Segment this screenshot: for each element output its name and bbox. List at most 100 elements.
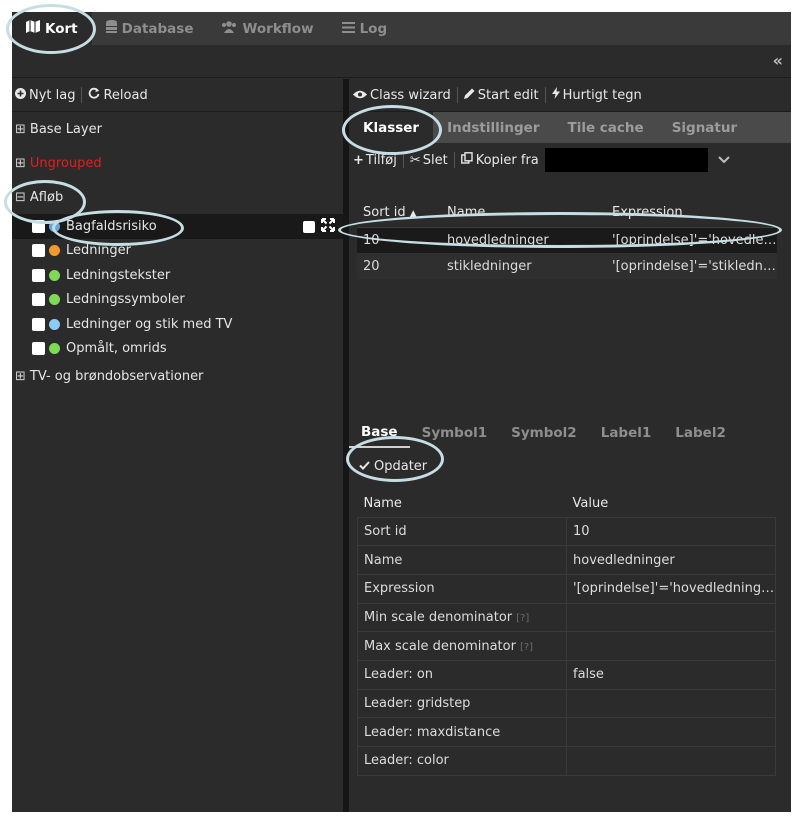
group-tv-observationer[interactable]: ⊞ TV- og brøndobservationer: [12, 361, 343, 391]
class-subtabs: Klasser Indstillinger Tile cache Signatu…: [349, 112, 791, 143]
new-layer-button[interactable]: Nyt lag: [15, 87, 75, 103]
group-ungrouped[interactable]: ⊞ Ungrouped: [12, 146, 343, 180]
help-icon[interactable]: [?]: [520, 642, 533, 653]
collapse-panel-button[interactable]: «: [773, 51, 783, 70]
layer-checkbox[interactable]: [32, 317, 45, 331]
tab-kort[interactable]: Kort: [12, 12, 92, 45]
column-header-expression[interactable]: Expression: [606, 199, 777, 228]
tab-indstillinger[interactable]: Indstillinger: [433, 112, 553, 143]
layer-checkbox[interactable]: [32, 244, 45, 258]
property-value-field[interactable]: [566, 688, 776, 719]
delete-class-button[interactable]: ✂ Slet: [410, 153, 448, 168]
layer-color-dot: [49, 294, 60, 306]
layer-label: Ledningstekster: [66, 267, 171, 283]
table-row[interactable]: Sort id 10: [357, 516, 792, 547]
property-table: Name Value Sort id 10 Name hovedledninge…: [357, 490, 791, 776]
tab-symbol1[interactable]: Symbol1: [410, 418, 500, 448]
tab-label1[interactable]: Label1: [589, 418, 664, 448]
tab-tile-cache[interactable]: Tile cache: [553, 112, 657, 143]
quick-draw-button[interactable]: Hurtigt tegn: [551, 87, 642, 103]
pencil-icon: [463, 88, 475, 103]
table-row[interactable]: Leader: gridstep: [357, 688, 792, 719]
layer-checkbox[interactable]: [32, 293, 45, 307]
layer-toolbar: Nyt lag Reload: [12, 79, 343, 112]
table-row[interactable]: Min scale denominator [?]: [357, 602, 792, 633]
top-navigation: Kort Database Workflow Log: [12, 12, 791, 45]
layer-item-opmalt-omrids[interactable]: Opmålt, omrids: [12, 337, 343, 362]
sort-asc-icon: ▲: [409, 209, 417, 220]
table-row[interactable]: 10 hovedledninger '[oprindelse]'='hovedl…: [357, 227, 777, 253]
tab-database[interactable]: Database: [92, 12, 208, 45]
property-value-field[interactable]: hovedledninger: [566, 545, 776, 575]
fullscreen-icon[interactable]: [321, 218, 335, 236]
class-wizard-button[interactable]: Class wizard: [353, 88, 451, 103]
app-window: Kort Database Workflow Log « Nyt lag Rel…: [12, 12, 791, 812]
toolbar-divider: [81, 87, 83, 103]
help-icon[interactable]: [?]: [516, 613, 529, 624]
update-button[interactable]: Opdater: [359, 459, 427, 474]
layer-checkbox[interactable]: [32, 342, 45, 356]
layer-color-dot: [49, 343, 60, 355]
expand-icon: ⊞: [15, 155, 26, 171]
table-row[interactable]: 20 stikledninger '[oprindelse]'='stikled…: [357, 253, 777, 279]
users-icon: [221, 20, 237, 37]
table-row[interactable]: Leader: color: [357, 746, 792, 776]
copy-from-label: Kopier fra: [460, 152, 539, 168]
tab-signatur[interactable]: Signatur: [658, 112, 751, 143]
layer-style-icon[interactable]: [303, 221, 315, 233]
table-row[interactable]: Name hovedledninger: [357, 545, 792, 575]
layer-item-ledningssymboler[interactable]: Ledningssymboler: [12, 288, 343, 313]
add-class-button[interactable]: + Tilføj: [353, 153, 397, 168]
symbol-tabs: Base Symbol1 Symbol2 Label1 Label2: [349, 418, 791, 448]
copy-from-select[interactable]: [544, 148, 708, 172]
refresh-icon: [88, 87, 100, 103]
layer-color-dot: [49, 318, 60, 330]
column-header-name: Name: [357, 490, 567, 517]
eye-icon: [353, 88, 367, 103]
layer-label: Ledningssymboler: [66, 292, 185, 308]
layer-label: Ledninger og stik med TV: [66, 316, 233, 332]
property-value-field[interactable]: [566, 717, 776, 747]
table-row[interactable]: Max scale denominator [?]: [357, 631, 792, 661]
map-icon: [26, 20, 40, 37]
tab-klasser[interactable]: Klasser: [349, 112, 434, 143]
tab-base[interactable]: Base: [349, 418, 410, 448]
bolt-icon: [551, 87, 560, 103]
layer-color-dot: [49, 245, 60, 257]
column-header-sort-id[interactable]: Sort id ▲: [357, 199, 441, 228]
toolbar-divider: [453, 152, 455, 168]
property-value-field[interactable]: false: [566, 659, 776, 690]
layer-item-ledningstekster[interactable]: Ledningstekster: [12, 263, 343, 288]
tab-workflow[interactable]: Workflow: [207, 12, 327, 45]
property-value-field[interactable]: [566, 631, 776, 661]
chevron-down-icon[interactable]: [718, 153, 730, 167]
column-header-name[interactable]: Name: [441, 199, 606, 228]
property-value-field[interactable]: [566, 746, 776, 776]
tab-label2[interactable]: Label2: [663, 418, 738, 448]
layer-checkbox[interactable]: [32, 268, 45, 282]
layer-checkbox[interactable]: [32, 219, 45, 233]
scissors-icon: ✂: [409, 152, 421, 168]
table-row[interactable]: Leader: maxdistance: [357, 717, 792, 747]
layer-item-ledninger[interactable]: Ledninger: [12, 239, 343, 264]
property-value-field[interactable]: [566, 602, 776, 633]
table-row[interactable]: Leader: on false: [357, 659, 792, 690]
tab-symbol2[interactable]: Symbol2: [499, 418, 589, 448]
tab-log[interactable]: Log: [328, 12, 402, 45]
class-toolbar: + Tilføj ✂ Slet Kopier fra: [349, 143, 791, 177]
group-aflob[interactable]: ⊟ Afløb: [12, 180, 343, 214]
column-header-value: Value: [566, 490, 776, 517]
property-value-field[interactable]: '[oprindelse]'='hovedledninger': [566, 573, 776, 604]
plus-circle-icon: [15, 87, 26, 103]
tab-label: Log: [359, 20, 388, 37]
class-table: Sort id ▲ Name Expression 10 hovedlednin…: [357, 199, 777, 279]
layer-item-bagfaldsrisiko[interactable]: Bagfaldsrisiko: [12, 214, 343, 239]
property-value-field[interactable]: 10: [566, 516, 776, 547]
layer-item-ledninger-tv[interactable]: Ledninger og stik med TV: [12, 312, 343, 337]
collapse-icon: ⊟: [15, 189, 26, 205]
start-edit-button[interactable]: Start edit: [463, 88, 539, 103]
group-base-layer[interactable]: ⊞ Base Layer: [12, 112, 343, 146]
layer-label: Ledninger: [66, 243, 131, 259]
table-row[interactable]: Expression '[oprindelse]'='hovedledninge…: [357, 573, 792, 604]
reload-button[interactable]: Reload: [88, 87, 148, 103]
